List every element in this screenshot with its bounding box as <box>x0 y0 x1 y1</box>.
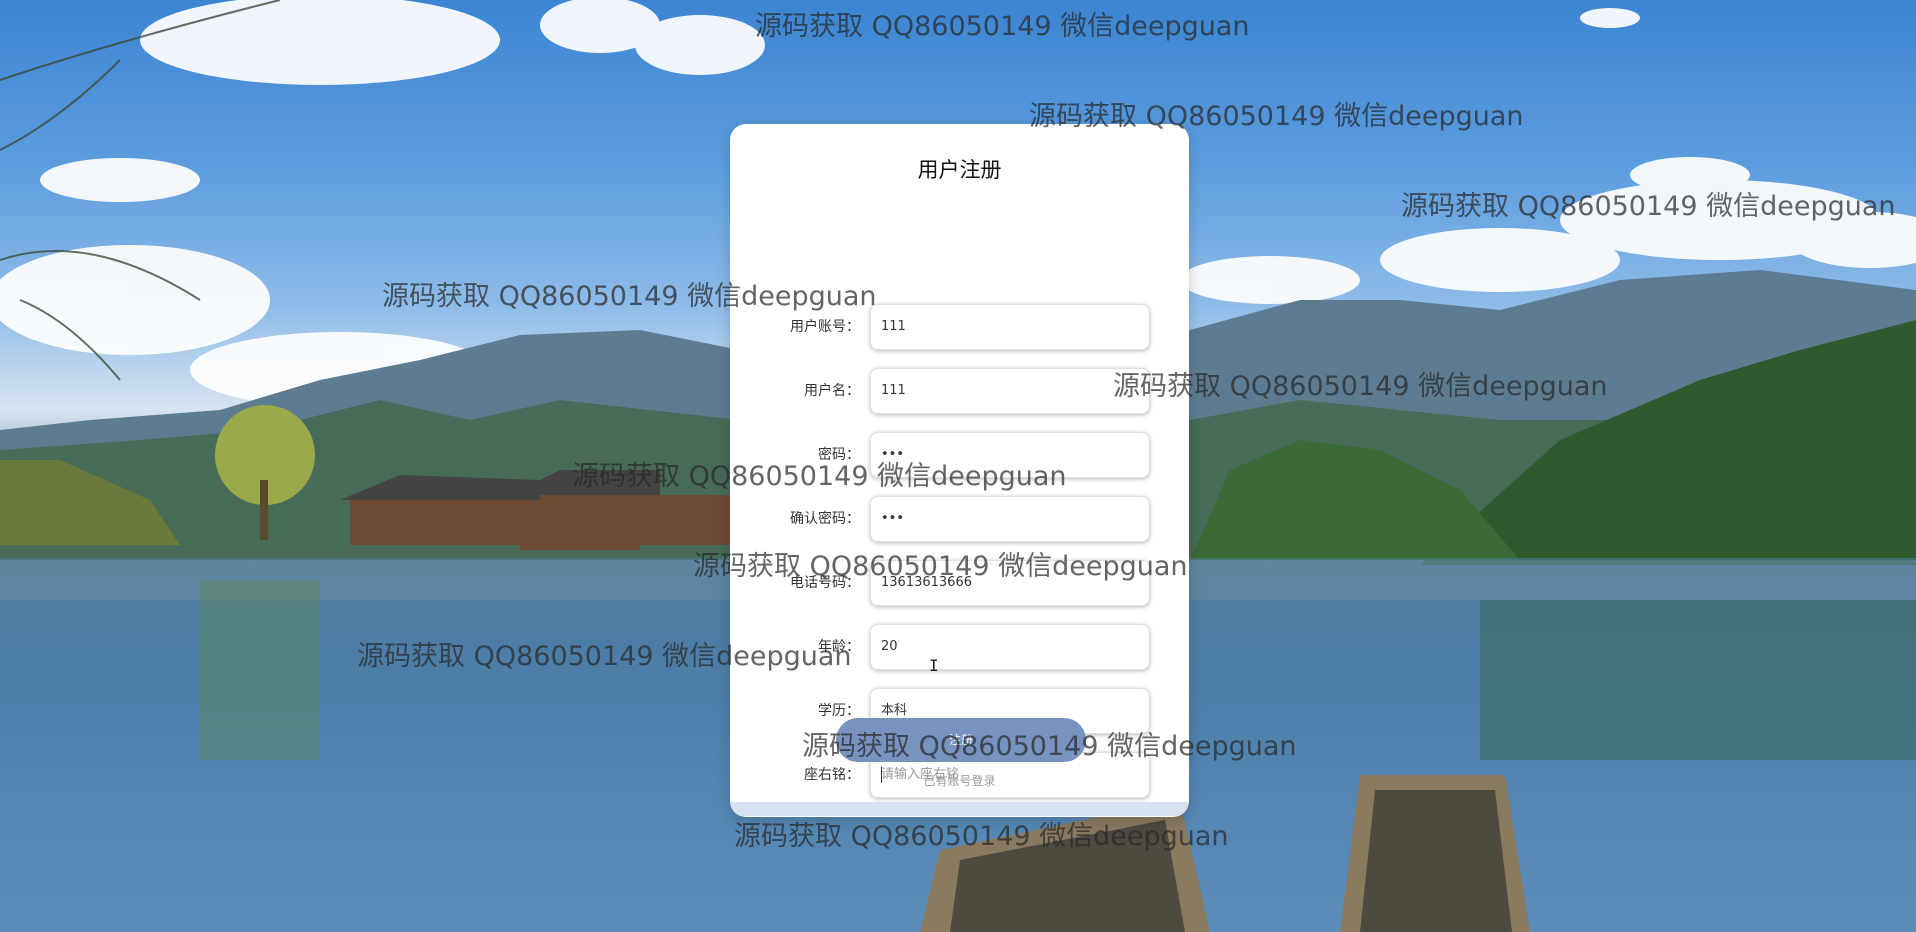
confirm-password-input[interactable]: ••• <box>870 496 1150 542</box>
age-label: 年龄： <box>818 639 860 655</box>
phone-input[interactable]: 13613613666 <box>870 560 1150 606</box>
confirm-password-label: 确认密码： <box>790 511 860 527</box>
register-panel: 用户注册 用户账号： 111 用户名： 111 密码： ••• 确认密码： ••… <box>730 124 1189 817</box>
text-cursor-icon: I <box>929 656 939 675</box>
phone-label: 电话号码： <box>790 575 860 591</box>
age-input[interactable]: 20 <box>870 624 1150 670</box>
username-input[interactable]: 111 <box>870 368 1150 414</box>
register-button[interactable]: 注册 <box>836 718 1086 762</box>
password-input[interactable]: ••• <box>870 432 1150 478</box>
page-title: 用户注册 <box>917 158 1002 182</box>
account-input[interactable]: 111 <box>870 304 1150 350</box>
page-background: 用户注册 用户账号： 111 用户名： 111 密码： ••• 确认密码： ••… <box>0 0 1916 932</box>
login-link[interactable]: 已有账号登录 <box>730 772 1189 789</box>
username-label: 用户名： <box>804 383 860 399</box>
account-label: 用户账号： <box>790 319 860 335</box>
password-label: 密码： <box>818 447 860 463</box>
panel-shadow-edge <box>730 802 1189 816</box>
